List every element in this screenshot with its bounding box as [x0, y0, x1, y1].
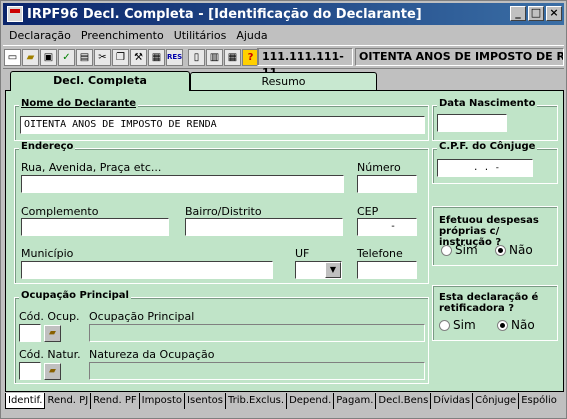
toolbar-cpf: 111.111.111-11 — [257, 48, 353, 79]
telefone-label: Telefone — [357, 247, 403, 260]
numero-label: Número — [357, 161, 401, 174]
cep-input[interactable]: - — [357, 218, 417, 236]
printer-icon[interactable]: ▥ — [206, 48, 223, 66]
nascimento-group: Data Nascimento — [432, 98, 558, 141]
lookup-folder-icon[interactable]: ▰ — [44, 363, 61, 380]
section-tab-depend[interactable]: Depend. — [287, 393, 335, 409]
menu-bar: Declaração Preenchimento Utilitários Aju… — [3, 26, 268, 44]
new-document-icon[interactable]: ▭ — [4, 48, 21, 66]
radio-selected-icon — [495, 244, 506, 256]
calculator-icon[interactable]: ▦ — [148, 48, 165, 66]
minimize-button[interactable]: _ — [510, 6, 526, 21]
conjuge-group: C.P.F. do Cônjuge . . - — [432, 141, 558, 184]
close-button[interactable]: × — [546, 6, 562, 21]
complemento-label: Complemento — [21, 205, 99, 218]
section-tab-trib-exclus[interactable]: Trib.Exclus. — [226, 393, 288, 409]
menu-utilitarios[interactable]: Utilitários — [174, 29, 227, 42]
app-icon[interactable] — [7, 6, 23, 22]
municipio-input[interactable] — [21, 261, 273, 279]
cod-natur-input[interactable] — [19, 362, 41, 380]
ocupacao-group: Ocupação Principal Cód. Ocup. ▰ Ocupação… — [14, 290, 429, 384]
cod-ocup-input[interactable] — [19, 324, 41, 342]
radio-icon — [441, 244, 452, 256]
despesas-sim-radio[interactable]: Sim — [441, 243, 478, 257]
menu-declaracao[interactable]: Declaração — [9, 29, 71, 42]
complemento-input[interactable] — [21, 218, 169, 236]
ocup-principal-field — [89, 324, 425, 342]
tab-decl-completa[interactable]: Decl. Completa — [10, 71, 190, 91]
section-tab-isentos[interactable]: Isentos — [185, 393, 226, 409]
cep-label: CEP — [357, 205, 379, 218]
ocup-principal-label: Ocupação Principal — [89, 310, 195, 323]
municipio-label: Município — [21, 247, 74, 260]
blank-document-icon[interactable]: ▯ — [188, 48, 205, 66]
retificadora-group: Esta declaração é retificadora ? Sim Não — [432, 285, 558, 341]
section-tab-rend-pf[interactable]: Rend. PF — [91, 393, 140, 409]
save-icon[interactable]: ▣ — [40, 48, 57, 66]
lookup-folder-icon[interactable]: ▰ — [44, 325, 61, 342]
section-tab-dividas[interactable]: Dívidas — [431, 393, 474, 409]
section-tab-identif[interactable]: Identif. — [5, 393, 46, 409]
menu-preenchimento[interactable]: Preenchimento — [81, 29, 164, 42]
section-tab-decl-bens[interactable]: Decl.Bens — [376, 393, 432, 409]
nascimento-title: Data Nascimento — [437, 98, 538, 109]
cod-natur-label: Cód. Natur. — [19, 348, 81, 361]
tools-icon[interactable]: ⚒ — [130, 48, 147, 66]
res-icon[interactable]: RES — [166, 48, 183, 66]
retificadora-question: Esta declaração é retificadora ? — [439, 292, 539, 314]
application-window: IRPF96 Decl. Completa - [Identificação d… — [0, 0, 567, 419]
check-icon[interactable]: ✓ — [58, 48, 75, 66]
main-panel: Nome do Declarante OITENTA ANOS DE IMPOS… — [5, 90, 564, 392]
maximize-button[interactable]: □ — [528, 6, 544, 21]
section-tabs: Identif. Rend. PJ Rend. PF Imposto Isent… — [5, 392, 564, 410]
declarante-name-input[interactable]: OITENTA ANOS DE IMPOSTO DE RENDA — [20, 116, 425, 134]
retificadora-sim-radio[interactable]: Sim — [439, 318, 476, 332]
section-tab-rend-pj[interactable]: Rend. PJ — [45, 393, 92, 409]
toolbar-declarant-name: OITENTA ANOS DE IMPOSTO DE RENDA — [355, 48, 564, 66]
bairro-input[interactable] — [185, 218, 343, 236]
declarante-title: Nome do Declarante — [19, 98, 138, 109]
radio-icon — [439, 319, 450, 331]
window-title: IRPF96 Decl. Completa - [Identificação d… — [27, 6, 422, 22]
ocupacao-title: Ocupação Principal — [19, 290, 131, 301]
telefone-input[interactable] — [357, 261, 417, 279]
retificadora-nao-radio[interactable]: Não — [497, 318, 535, 332]
uf-label: UF — [295, 247, 310, 260]
open-folder-icon[interactable]: ▰ — [22, 48, 39, 66]
natureza-field — [89, 362, 425, 380]
conjuge-title: C.P.F. do Cônjuge — [437, 141, 538, 152]
endereco-group: Endereço Rua, Avenida, Praça etc... Núme… — [14, 141, 429, 284]
section-tab-pagam[interactable]: Pagam. — [334, 393, 377, 409]
print-icon[interactable]: ▤ — [76, 48, 93, 66]
declarante-group: Nome do Declarante OITENTA ANOS DE IMPOS… — [14, 98, 429, 141]
uf-dropdown-icon[interactable]: ▼ — [325, 262, 341, 278]
nascimento-input[interactable] — [437, 114, 507, 132]
scissors-icon[interactable]: ✂ — [94, 48, 111, 66]
title-bar[interactable]: IRPF96 Decl. Completa - [Identificação d… — [3, 3, 564, 25]
endereco-title: Endereço — [19, 141, 76, 152]
section-tab-espolio[interactable]: Espólio — [519, 393, 559, 409]
rua-input[interactable] — [21, 175, 344, 193]
copy-icon[interactable]: ❐ — [112, 48, 129, 66]
conjuge-cpf-input[interactable]: . . - — [437, 159, 533, 177]
section-tab-imposto[interactable]: Imposto — [140, 393, 186, 409]
menu-ajuda[interactable]: Ajuda — [236, 29, 267, 42]
cod-ocup-label: Cód. Ocup. — [19, 310, 80, 323]
grid-icon[interactable]: ▦ — [224, 48, 241, 66]
radio-selected-icon — [497, 319, 508, 331]
bairro-label: Bairro/Distrito — [185, 205, 262, 218]
numero-input[interactable] — [357, 175, 417, 193]
section-tab-conjuge[interactable]: Cônjuge — [473, 393, 520, 409]
despesas-group: Efetuou despesas próprias c/ instrução ?… — [432, 206, 558, 266]
despesas-nao-radio[interactable]: Não — [495, 243, 533, 257]
tab-resumo[interactable]: Resumo — [190, 72, 377, 92]
rua-label: Rua, Avenida, Praça etc... — [21, 161, 162, 174]
natureza-label: Natureza da Ocupação — [89, 348, 215, 361]
